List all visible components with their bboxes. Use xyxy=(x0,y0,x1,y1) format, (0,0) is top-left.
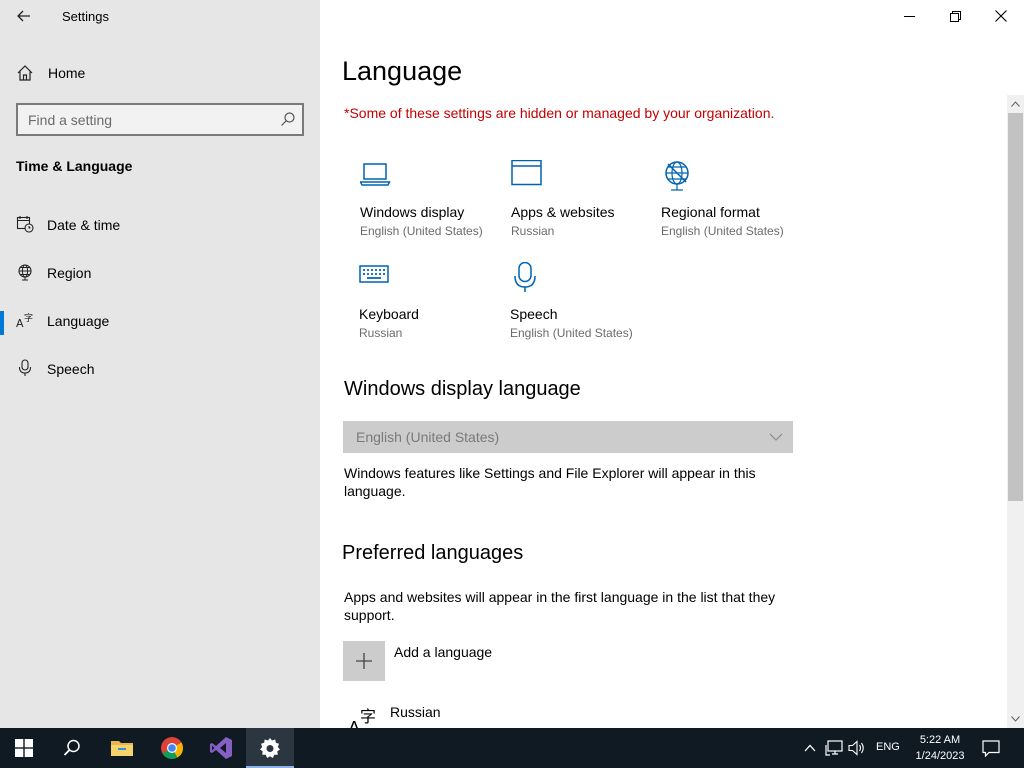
search-box[interactable] xyxy=(16,103,304,136)
sidebar-item-date-time[interactable]: Date & time xyxy=(0,207,320,243)
tile-name: Keyboard xyxy=(359,306,419,322)
close-button[interactable] xyxy=(978,0,1024,32)
visual-studio-icon xyxy=(210,737,232,759)
language-name: Russian xyxy=(390,704,441,720)
tile-keyboard[interactable]: Keyboard Russian xyxy=(359,262,509,352)
tile-value: English (United States) xyxy=(360,224,483,238)
sidebar-item-language[interactable]: A字 Language xyxy=(0,303,320,339)
tile-name: Regional format xyxy=(661,204,760,220)
tile-name: Speech xyxy=(510,306,558,322)
app-title: Settings xyxy=(62,9,109,24)
taskbar-chrome[interactable] xyxy=(148,728,196,768)
chevron-down-icon xyxy=(769,433,783,441)
action-center-button[interactable] xyxy=(981,738,1001,758)
nav-home-label: Home xyxy=(48,65,86,81)
back-button[interactable] xyxy=(10,4,38,28)
sidebar-item-label: Speech xyxy=(47,361,95,377)
notification-icon xyxy=(982,739,1000,757)
network-tray-button[interactable] xyxy=(824,738,844,758)
add-language-label: Add a language xyxy=(394,644,493,660)
restore-icon xyxy=(949,10,961,22)
page-title: Language xyxy=(342,56,463,86)
volume-tray-button[interactable] xyxy=(847,738,867,758)
tile-name: Apps & websites xyxy=(511,204,615,220)
globe-icon xyxy=(665,161,689,191)
sidebar-item-speech[interactable]: Speech xyxy=(0,351,320,387)
taskbar-file-explorer[interactable] xyxy=(98,728,146,768)
sidebar-item-label: Language xyxy=(47,313,110,329)
svg-text:字: 字 xyxy=(24,312,33,324)
restore-button[interactable] xyxy=(932,0,978,32)
tile-value: English (United States) xyxy=(510,326,633,340)
scroll-up-icon[interactable] xyxy=(1007,97,1024,111)
minimize-icon xyxy=(903,15,915,17)
add-language-button[interactable]: Add a language xyxy=(343,641,643,681)
taskbar: ENG 5:22 AM 1/24/2023 xyxy=(0,728,1024,768)
search-input[interactable] xyxy=(18,105,278,134)
tile-regional-format[interactable]: Regional format English (United States) xyxy=(661,160,811,250)
arrow-left-icon xyxy=(17,10,30,22)
settings-icon xyxy=(260,738,280,758)
network-icon xyxy=(825,740,843,756)
microphone-icon xyxy=(514,262,536,292)
calendar-clock-icon xyxy=(16,216,34,233)
start-icon xyxy=(15,739,33,757)
tile-value: English (United States) xyxy=(661,224,784,238)
vertical-scrollbar[interactable] xyxy=(1007,95,1024,728)
plus-icon xyxy=(343,641,385,681)
close-icon xyxy=(995,10,1007,22)
clock-date: 1/24/2023 xyxy=(915,750,965,762)
globe-icon xyxy=(18,264,32,281)
microphone-icon xyxy=(18,359,32,376)
taskbar-search-button[interactable] xyxy=(48,728,96,768)
browser-window-icon xyxy=(511,160,542,186)
display-language-description: Windows features like Settings and File … xyxy=(344,465,756,499)
display-language-heading: Windows display language xyxy=(344,378,581,400)
dropdown-value: English (United States) xyxy=(356,429,500,445)
taskbar-clock[interactable]: 5:22 AM 1/24/2023 xyxy=(906,732,974,764)
preferred-languages-heading: Preferred languages xyxy=(342,542,524,564)
tile-speech[interactable]: Speech English (United States) xyxy=(510,262,660,352)
input-language-indicator[interactable]: ENG xyxy=(876,741,900,753)
taskbar-settings[interactable] xyxy=(246,728,294,768)
sidebar-item-label: Region xyxy=(47,265,92,281)
scroll-down-icon[interactable] xyxy=(1007,712,1024,726)
file-explorer-icon xyxy=(111,741,133,756)
chevron-up-icon xyxy=(804,744,816,752)
tile-apps-websites[interactable]: Apps & websites Russian xyxy=(511,160,661,250)
preferred-languages-description: Apps and websites will appear in the fir… xyxy=(344,589,776,623)
org-warning: *Some of these settings are hidden or ma… xyxy=(344,105,775,121)
search-icon xyxy=(63,739,80,756)
minimize-button[interactable] xyxy=(886,0,932,32)
show-hidden-icons-button[interactable] xyxy=(800,738,820,758)
tile-name: Windows display xyxy=(360,204,465,220)
speaker-icon xyxy=(848,740,864,756)
tile-windows-display[interactable]: Windows display English (United States) xyxy=(360,160,510,250)
clock-time: 5:22 AM xyxy=(919,734,961,746)
sidebar: Settings Home Time & Language Date & tim… xyxy=(0,0,320,728)
home-icon xyxy=(17,65,33,81)
display-language-dropdown[interactable]: English (United States) xyxy=(343,421,793,453)
nav-home[interactable]: Home xyxy=(0,58,320,88)
sidebar-item-region[interactable]: Region xyxy=(0,255,320,291)
language-icon: A字 xyxy=(348,707,376,730)
scrollbar-thumb[interactable] xyxy=(1008,113,1023,501)
chrome-icon xyxy=(161,737,183,759)
svg-text:A: A xyxy=(16,317,24,329)
start-button[interactable] xyxy=(0,728,48,768)
language-list-item[interactable]: A字 Russian xyxy=(343,700,743,730)
sidebar-item-label: Date & time xyxy=(47,217,121,233)
taskbar-visual-studio[interactable] xyxy=(197,728,245,768)
tile-value: Russian xyxy=(359,326,403,340)
keyboard-icon xyxy=(359,265,389,283)
language-icon: A字 xyxy=(16,312,33,329)
search-icon[interactable] xyxy=(280,111,296,127)
laptop-icon xyxy=(360,163,391,186)
svg-text:字: 字 xyxy=(360,707,376,726)
tile-value: Russian xyxy=(511,224,555,238)
section-title: Time & Language xyxy=(16,158,133,174)
